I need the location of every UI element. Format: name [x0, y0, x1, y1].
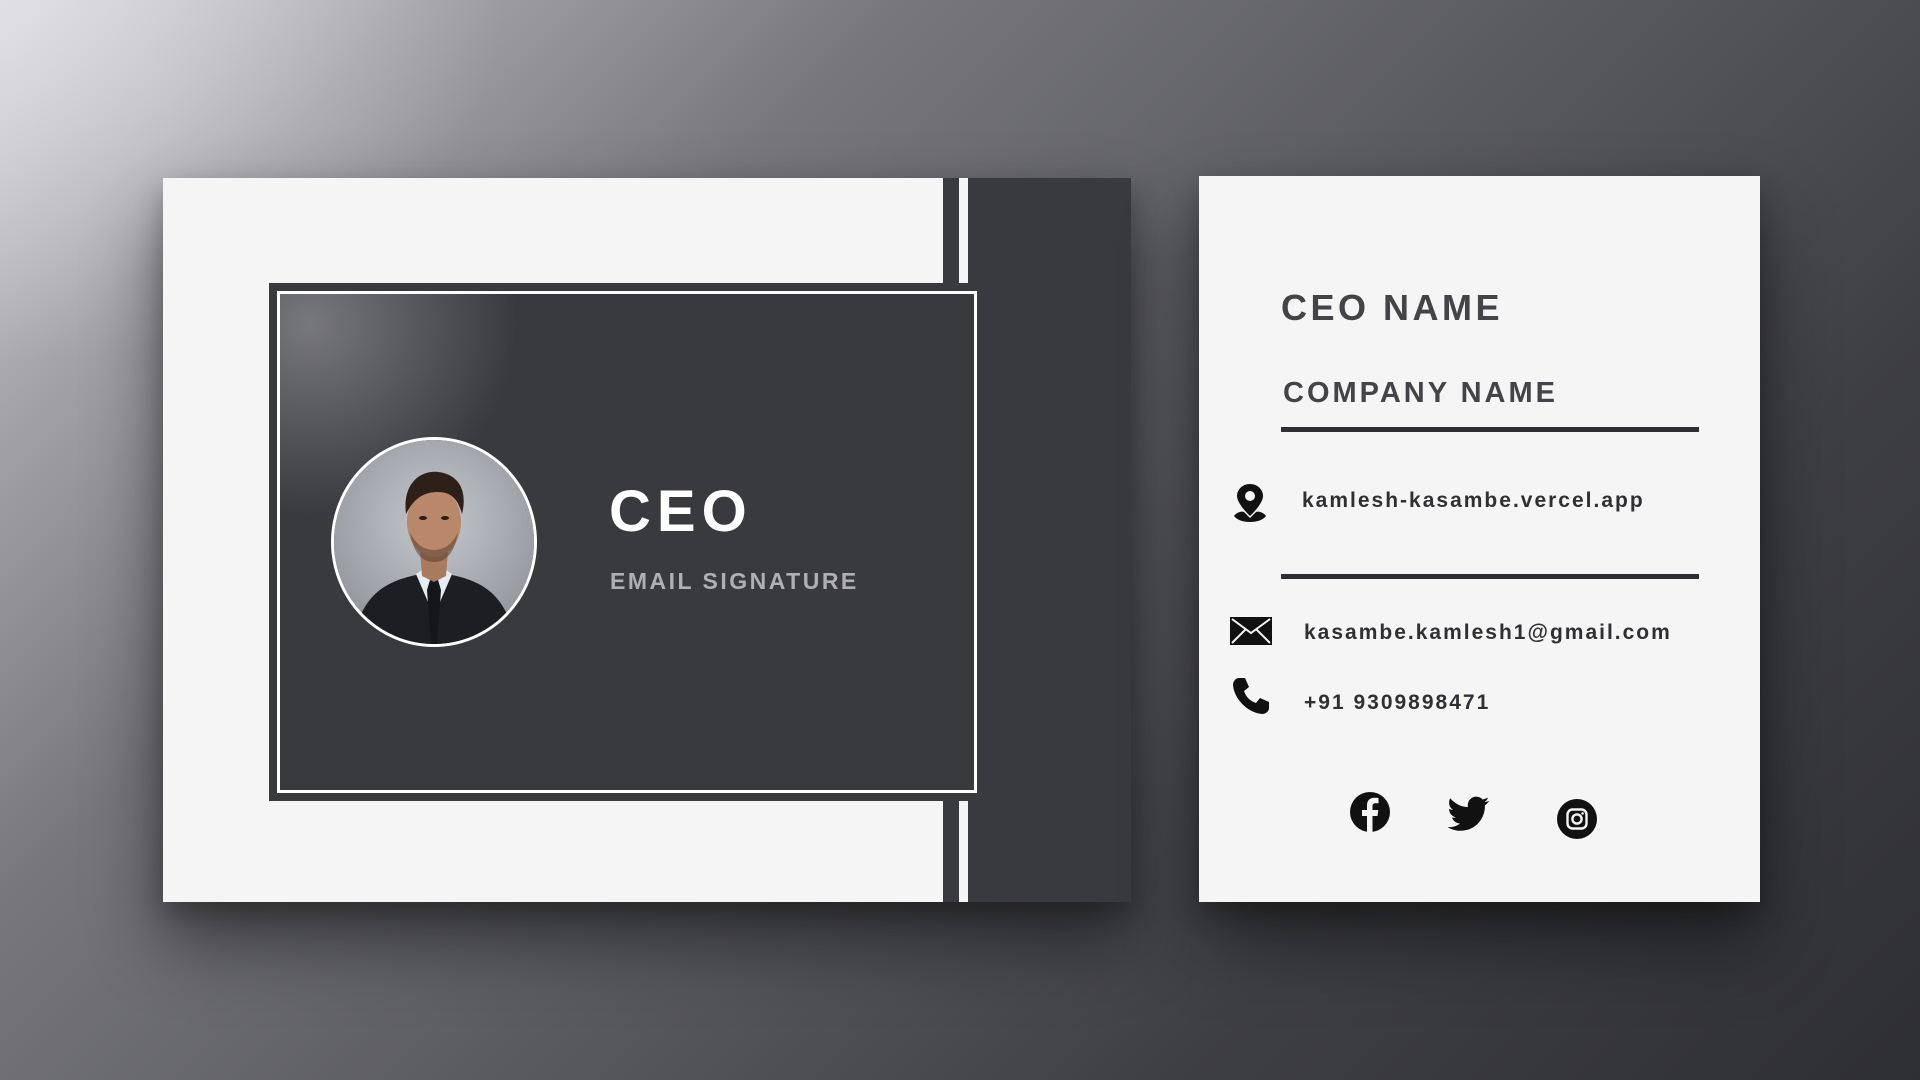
facebook-icon[interactable] [1349, 791, 1391, 833]
card-subtitle: EMAIL SIGNATURE [610, 568, 859, 594]
envelope-icon [1230, 617, 1272, 645]
divider [1281, 574, 1699, 579]
instagram-icon[interactable] [1556, 798, 1598, 840]
portrait-photo [334, 440, 534, 644]
twitter-icon[interactable] [1448, 796, 1490, 832]
divider [1281, 427, 1699, 432]
email-text[interactable]: kasambe.kamlesh1@gmail.com [1304, 622, 1672, 643]
card-back: CEO NAME COMPANY NAME kamlesh-kasambe.ve… [1199, 176, 1760, 902]
card-front: CEO EMAIL SIGNATURE [163, 178, 1131, 902]
card-title: CEO [609, 479, 753, 544]
location-pin-icon [1234, 484, 1266, 522]
accent-strip-wide [968, 178, 1131, 902]
phone-text[interactable]: +91 9309898471 [1304, 692, 1490, 713]
company-name: COMPANY NAME [1283, 377, 1558, 409]
phone-icon [1233, 678, 1269, 714]
website-text[interactable]: kamlesh-kasambe.vercel.app [1302, 490, 1645, 511]
avatar [331, 437, 537, 647]
ceo-name: CEO NAME [1281, 287, 1504, 328]
